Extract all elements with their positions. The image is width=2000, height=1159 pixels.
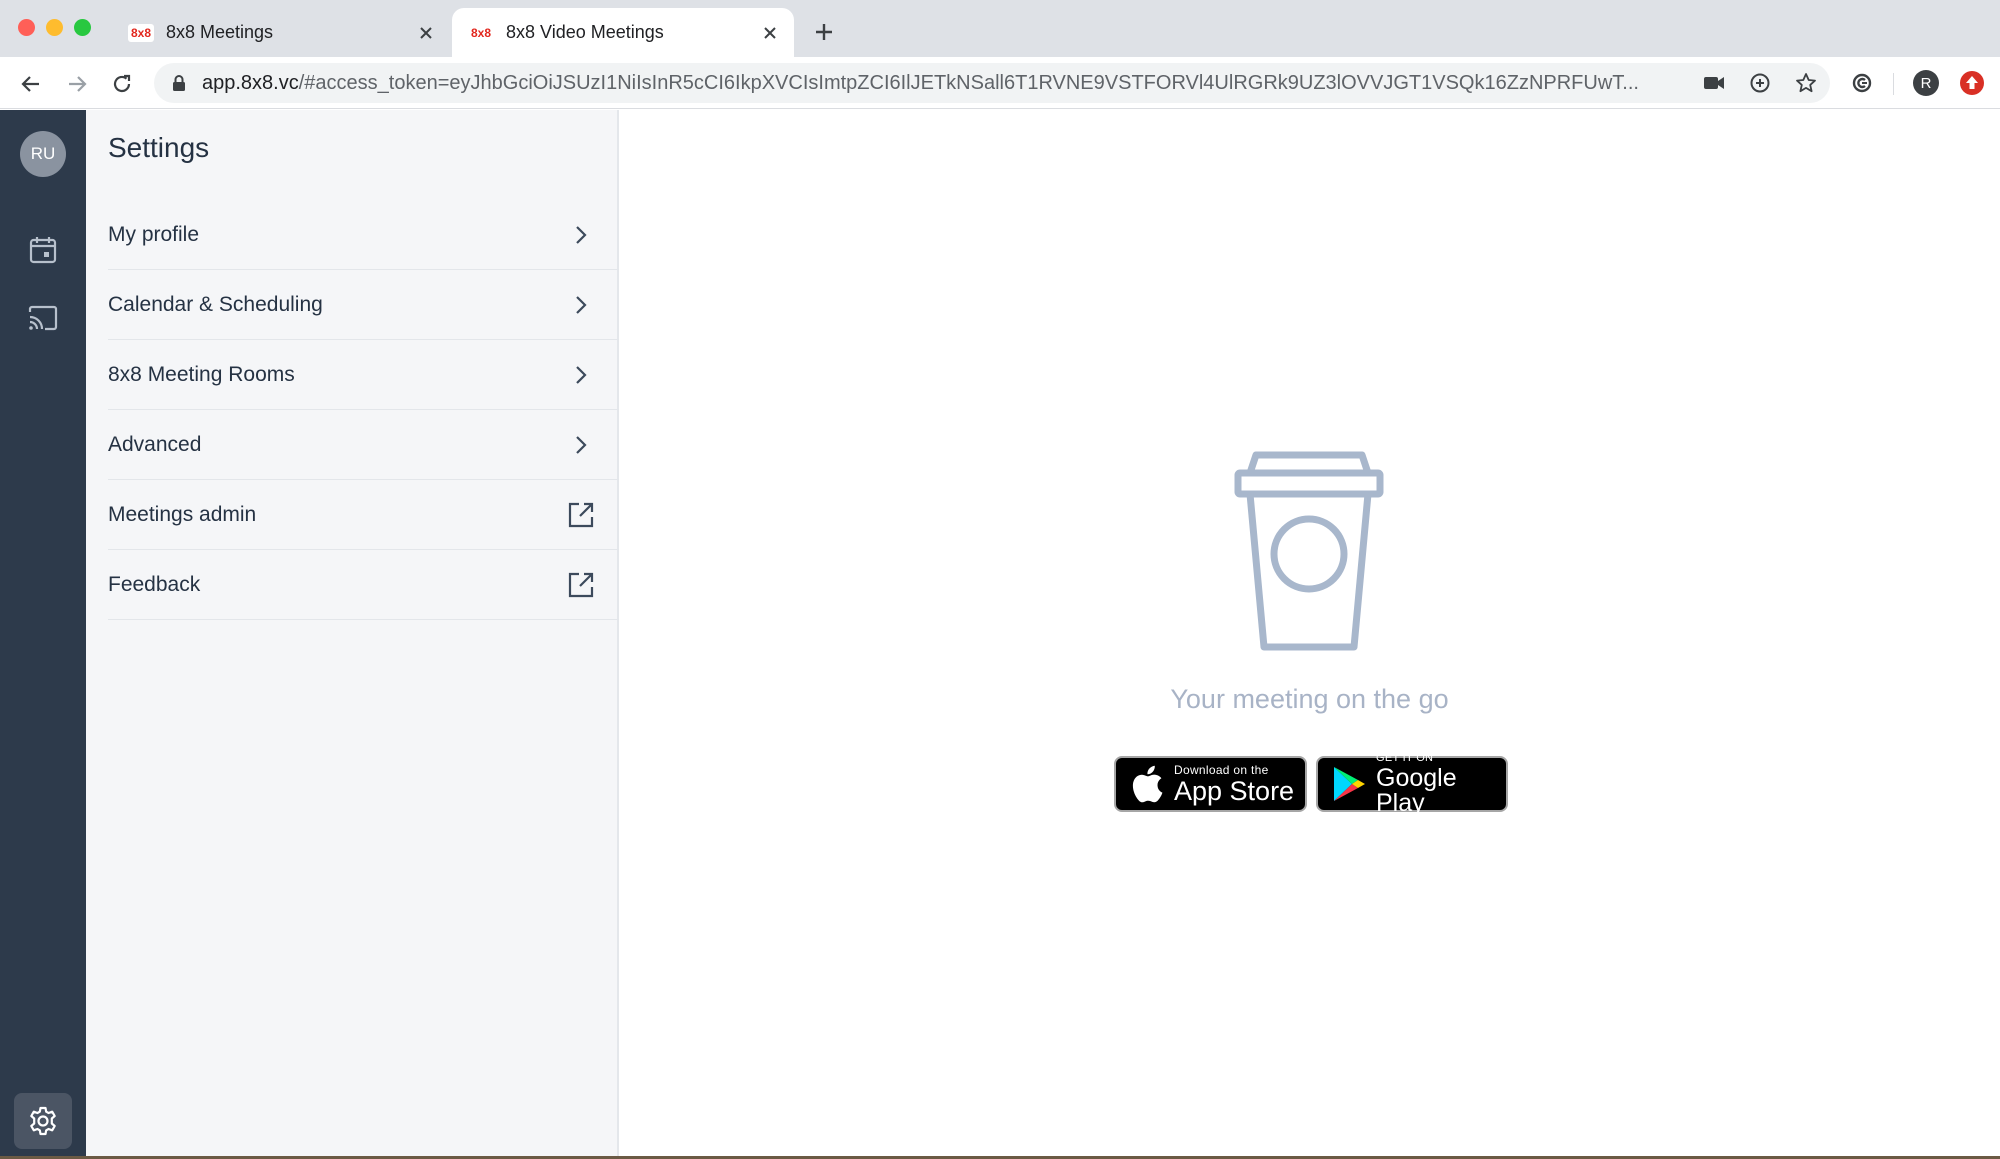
plus-icon [816, 24, 832, 40]
new-tab-button[interactable] [808, 16, 840, 48]
camera-icon[interactable] [1700, 69, 1728, 97]
8x8-favicon-icon: 8x8 [470, 25, 492, 40]
update-icon[interactable] [1957, 68, 1987, 98]
tab-title: 8x8 Video Meetings [506, 22, 664, 42]
app-store-text: Download on the App Store [1174, 764, 1294, 805]
main-content: Your meeting on the go Download on the A… [619, 110, 2000, 1156]
app-store-big-text: App Store [1174, 775, 1295, 806]
profile-button[interactable]: R [1911, 68, 1941, 98]
arrow-left-icon [21, 76, 39, 92]
chevron-right-icon [567, 361, 595, 389]
settings-item-label: My profile [108, 222, 200, 246]
window-maximize-button[interactable] [74, 19, 91, 36]
url-text: app.8x8.vc/#access_token=eyJhbGciOiJSUzI… [202, 72, 1702, 95]
settings-item-calendar-scheduling[interactable]: Calendar & Scheduling [108, 270, 619, 340]
chevron-right-icon [567, 291, 595, 319]
google-play-text: GET IT ON Google Play [1376, 751, 1506, 817]
google-play-logo-icon [1332, 765, 1366, 803]
external-link-icon [567, 501, 595, 529]
tab-title: 8x8 Meetings [166, 22, 274, 42]
toolbar-divider [1893, 73, 1894, 95]
tab-8x8-meetings[interactable]: 8x8 8x8 Meetings [112, 8, 450, 57]
settings-item-meeting-rooms[interactable]: 8x8 Meeting Rooms [108, 340, 619, 410]
gear-icon [30, 1106, 56, 1136]
settings-item-label: Meetings admin [108, 502, 257, 526]
url-path: /#access_token=eyJhbGciOiJSUzI1NiIsInR5c… [298, 71, 1639, 94]
settings-item-feedback[interactable]: Feedback [108, 550, 619, 620]
8x8-favicon-icon: 8x8 [128, 23, 154, 42]
extension-icon[interactable] [1847, 68, 1877, 98]
chevron-right-icon [567, 431, 595, 459]
settings-panel: Settings My profile Calendar & Schedulin… [86, 110, 619, 1156]
page-title: Settings [108, 132, 210, 163]
back-button[interactable] [16, 69, 46, 99]
profile-avatar: R [1913, 70, 1939, 96]
chevron-right-icon [567, 221, 595, 249]
settings-item-label: Feedback [108, 572, 201, 596]
left-rail: RU [0, 110, 86, 1156]
google-play-button[interactable]: GET IT ON Google Play [1316, 752, 1508, 815]
avatar[interactable]: RU [20, 131, 66, 177]
calendar-icon[interactable] [22, 229, 64, 271]
apple-logo-icon [1130, 765, 1164, 803]
cast-icon[interactable] [22, 297, 64, 339]
settings-item-advanced[interactable]: Advanced [108, 410, 619, 480]
google-play-big-text: Google Play [1376, 763, 1457, 817]
star-icon[interactable] [1792, 69, 1820, 97]
coffee-cup-icon [1234, 451, 1384, 651]
external-link-icon [567, 571, 595, 599]
address-bar[interactable]: app.8x8.vc/#access_token=eyJhbGciOiJSUzI… [154, 63, 1830, 103]
arrow-right-icon [69, 76, 87, 92]
settings-item-label: Advanced [108, 432, 202, 456]
tagline: Your meeting on the go [1170, 684, 1449, 714]
settings-menu: My profile Calendar & Scheduling 8x8 Mee… [108, 200, 619, 620]
reload-icon [113, 74, 131, 93]
close-icon[interactable] [756, 19, 784, 47]
reload-button[interactable] [107, 69, 137, 99]
app-store-small-text: Download on the [1174, 762, 1269, 777]
browser-tab-strip: 8x8 8x8 Meetings 8x8 8x8 Video Meetings [0, 0, 2000, 57]
settings-item-label: 8x8 Meeting Rooms [108, 362, 295, 386]
settings-button[interactable] [14, 1093, 72, 1149]
settings-item-my-profile[interactable]: My profile [108, 200, 619, 270]
settings-item-meetings-admin[interactable]: Meetings admin [108, 480, 619, 550]
url-host: app.8x8.vc [202, 71, 299, 94]
close-icon[interactable] [412, 19, 440, 47]
app-store-button[interactable]: Download on the App Store [1114, 756, 1307, 812]
lock-icon[interactable] [172, 74, 188, 92]
google-play-small-text: GET IT ON [1376, 751, 1434, 764]
window-minimize-button[interactable] [46, 19, 63, 36]
tab-8x8-video-meetings[interactable]: 8x8 8x8 Video Meetings [452, 8, 794, 57]
settings-item-label: Calendar & Scheduling [108, 292, 323, 316]
window-close-button[interactable] [18, 19, 35, 36]
browser-toolbar: app.8x8.vc/#access_token=eyJhbGciOiJSUzI… [0, 57, 2000, 109]
forward-button[interactable] [62, 69, 92, 99]
app-root: RU Settings My profile Calendar & Schedu… [0, 110, 2000, 1156]
zoom-icon[interactable] [1746, 69, 1774, 97]
